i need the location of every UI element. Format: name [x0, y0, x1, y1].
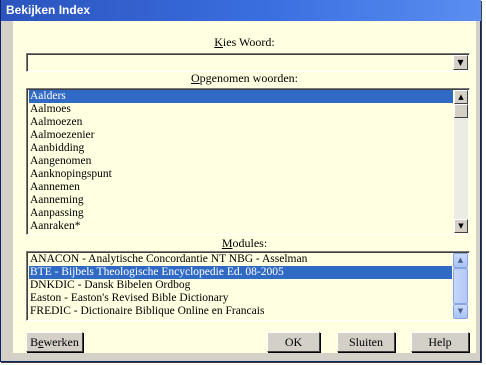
module-list-item[interactable]: Easton - Easton's Revised Bible Dictiona… — [29, 292, 452, 305]
word-list-item[interactable]: Aanraken* — [29, 220, 453, 233]
bewerken-button[interactable]: Bewerken — [26, 332, 83, 352]
opgenomen-woorden-list[interactable]: ▲ ▼ Aalders Aalmoes Aalmoezen Aalmoezenier A… — [26, 88, 470, 235]
sluiten-button[interactable]: Sluiten — [337, 332, 395, 352]
scroll-thumb[interactable] — [454, 104, 468, 118]
modules-list[interactable]: ▲ ▼ ANACON - Analytische Concordantie NT… — [26, 251, 470, 321]
bekijken-index-dialog: Bekijken Index Kies Woord: ▼ Opgenomen w… — [0, 0, 481, 362]
triangle-down-icon[interactable]: ▼ — [453, 55, 468, 70]
word-list-item[interactable]: Aalders — [29, 90, 453, 103]
scroll-down-arrow-icon[interactable]: ▼ — [453, 304, 468, 319]
module-list-item[interactable]: BTE - Bijbels Theologische Encyclopedie … — [29, 266, 452, 279]
kies-woord-combobox[interactable]: ▼ — [26, 53, 470, 72]
kies-woord-label: Kies Woord: — [214, 35, 275, 49]
word-list-item[interactable]: Aalmoes — [29, 103, 453, 116]
modules-label: Modules: — [221, 236, 268, 250]
word-list-item[interactable]: Aanpassing — [29, 207, 453, 220]
word-list-item[interactable]: Aanneming — [29, 194, 453, 207]
module-list-item[interactable]: ANACON - Analytische Concordantie NT NBG… — [29, 253, 452, 266]
help-button[interactable]: Help — [411, 332, 469, 352]
module-list-item[interactable]: DNKDIC - Dansk Bibelen Ordbog — [29, 279, 452, 292]
word-list-item[interactable]: Aanknopingspunt — [29, 168, 453, 181]
modules-scrollbar[interactable]: ▲ ▼ — [453, 253, 468, 319]
word-list-item[interactable]: Aalmoezenier — [29, 129, 453, 142]
scroll-thumb[interactable] — [453, 268, 468, 304]
word-list-item[interactable]: Aalmoezen — [29, 116, 453, 129]
dialog-title[interactable]: Bekijken Index — [1, 0, 481, 21]
word-list-item[interactable]: Aanbidding — [29, 142, 453, 155]
module-list-item[interactable]: FREDIC - Dictionaire Biblique Online en … — [29, 305, 452, 318]
scroll-down-arrow-icon[interactable]: ▼ — [454, 219, 468, 233]
scroll-up-arrow-icon[interactable]: ▲ — [454, 90, 468, 104]
word-list-item[interactable]: Aannemen — [29, 181, 453, 194]
opgenomen-woorden-label: Opgenomen woorden: — [191, 71, 298, 85]
word-list-item[interactable]: Aangenomen — [29, 155, 453, 168]
ok-button[interactable]: OK — [267, 332, 320, 352]
word-list-scrollbar[interactable]: ▲ ▼ — [454, 90, 468, 233]
scroll-up-arrow-icon[interactable]: ▲ — [453, 253, 468, 268]
